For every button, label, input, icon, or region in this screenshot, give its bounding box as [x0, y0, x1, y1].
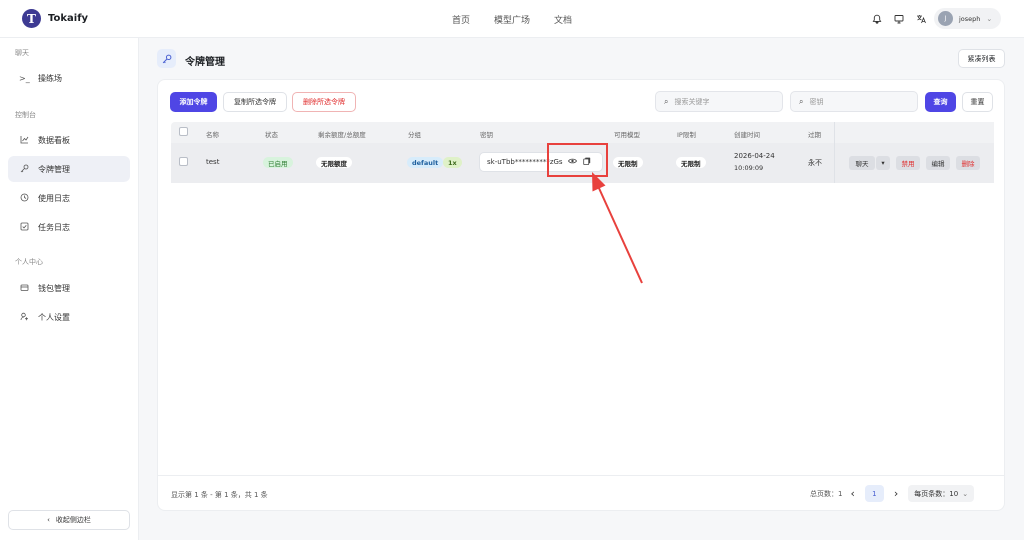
- arrow-head: [592, 172, 606, 192]
- annotation-arrow: [592, 172, 643, 284]
- arrow-shaft: [597, 185, 643, 284]
